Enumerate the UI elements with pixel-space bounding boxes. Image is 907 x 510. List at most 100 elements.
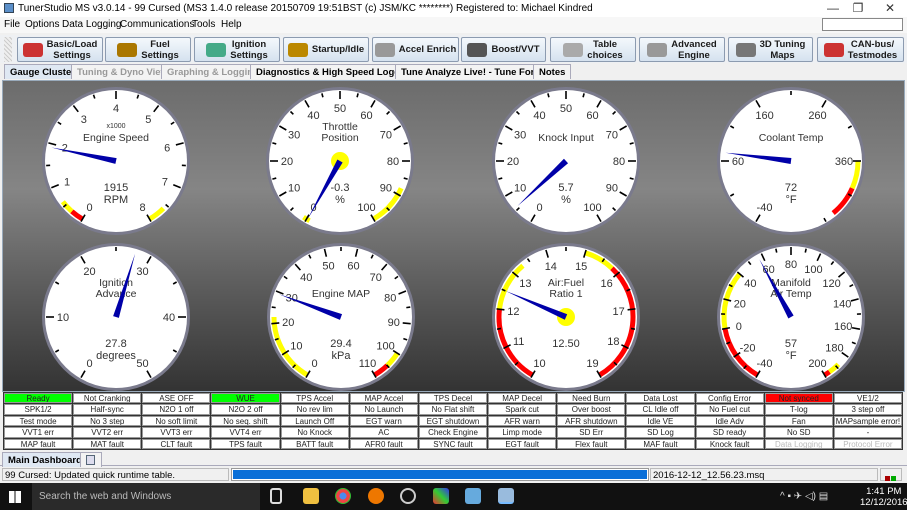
indicator-fan: Fan (764, 415, 833, 427)
menu-bar: File Options Data Logging Communications… (0, 17, 907, 33)
gauge-tick-label: 120 (822, 278, 840, 290)
menu-file[interactable]: File (4, 19, 20, 30)
gauge-ignition-advance: 01020 304050IgnitionAdvance27.8degrees (42, 243, 190, 391)
indicator-vvt1-err: VVT1 err (4, 427, 73, 438)
tunerstudio-active-icon[interactable] (498, 488, 514, 504)
indicator-sd-err: SD Err (557, 427, 626, 438)
toolbar-button-3d-tuning[interactable]: 3D Tuning Maps (728, 37, 813, 62)
toolbar-button-boost-vvt[interactable]: Boost/VVT (461, 37, 546, 62)
gauge-coolant-temp: -40 60 160 260 360 Coolant Temp 72°F (717, 87, 865, 235)
gauge-cluster: 012345678x1000Engine Speed1915RPM0102030… (2, 80, 905, 392)
tunerstudio-icon[interactable] (465, 488, 481, 504)
gauge-tick (356, 93, 359, 98)
gauge-tick (406, 306, 411, 309)
gauge-tick-label: 50 (136, 358, 148, 370)
gauge-tick-label: 4 (113, 103, 119, 115)
status-bar: 99 Cursed: Updated quick runtime table. … (0, 467, 907, 482)
menu-communications[interactable]: Communications (120, 19, 194, 30)
gauge-tick-label: 10 (288, 183, 300, 195)
toolbar-button-table[interactable]: Table choices (550, 37, 636, 62)
toolbar-button-accel-enrich[interactable]: Accel Enrich (372, 37, 459, 62)
spark-plug-icon (206, 42, 227, 57)
menu-tools[interactable]: Tools (192, 19, 215, 30)
toolbar-button-label: Fuel Settings (141, 38, 179, 61)
menu-help[interactable]: Help (221, 19, 242, 30)
media-app-icon[interactable] (368, 488, 384, 504)
gauge-tick (272, 142, 277, 145)
document-icon (86, 455, 95, 465)
clock[interactable]: 1:41 PM 12/12/2016 (860, 486, 907, 508)
windows-start-icon[interactable] (9, 491, 21, 503)
gauge-tick-label: 60 (360, 110, 372, 122)
gauge-tick-label: 0 (736, 321, 742, 333)
gauge-tick-label: 11 (513, 336, 524, 348)
file-explorer-icon[interactable] (303, 488, 319, 504)
gauge-tick-label: 30 (514, 130, 526, 142)
indicator-tps-accel: TPS Accel (280, 393, 349, 404)
tuning-icon (735, 42, 756, 57)
tab-main-dashboard[interactable]: Main Dashboard (2, 452, 88, 467)
indicator-not-cranking: Not Cranking (73, 393, 142, 404)
gauge-tick-label: 5 (145, 114, 151, 126)
indicator-no-sd: No SD (764, 427, 833, 438)
injector-icon (117, 42, 138, 57)
gauge-title: Coolant Temp (759, 132, 824, 144)
indicator-sd-log: SD Log (626, 427, 695, 438)
gauge-tick-label: 19 (586, 358, 598, 370)
gauge-tick-label: 80 (384, 292, 396, 304)
gauge-tick-label: 8 (139, 202, 145, 214)
tab-gauge-cluster[interactable]: Gauge Cluster (4, 64, 81, 79)
dashboard-tabs: Main Dashboard (0, 451, 907, 467)
indicator-vvt3-err: VVT3 err (142, 427, 211, 438)
gauges-svg: 012345678x1000Engine Speed1915RPM0102030… (42, 87, 865, 391)
gauge-tick-label: 6 (164, 142, 170, 154)
gauge-tick-label: 1 (64, 176, 70, 188)
gauge-title: Position (321, 132, 359, 144)
taskbar-search[interactable]: Search the web and Windows (32, 483, 260, 510)
gauge-tick-label: 20 (734, 298, 746, 310)
new-dashboard-tab[interactable] (80, 452, 102, 467)
gauge-tick-label: 90 (380, 183, 392, 195)
toolbar-button-fuel[interactable]: Fuel Settings (105, 37, 191, 62)
system-tray-icons[interactable]: ^ ▪ ✈ ◁) ▤ (780, 491, 828, 502)
gauge-units: RPM (104, 194, 128, 206)
tab-notes[interactable]: Notes (533, 64, 572, 79)
minimize-button[interactable]: — (823, 1, 843, 15)
menu-data-logging[interactable]: Data Logging (62, 19, 122, 30)
gauge-app-icon[interactable] (400, 488, 416, 504)
gauge-value: 72 (785, 182, 797, 194)
gauge-tick-label: 360 (835, 156, 853, 168)
indicator-need-burn: Need Burn (557, 393, 626, 404)
toolbar-button-advanced[interactable]: Advanced Engine (639, 37, 725, 62)
gauge-tick (403, 142, 408, 145)
toolbar-button-ignition[interactable]: Ignition Settings (194, 37, 280, 62)
progress-bar (231, 468, 649, 481)
indicator-idle-adv: Idle Adv (695, 415, 764, 427)
toolbar-button-basic-load[interactable]: Basic/Load Settings (17, 37, 103, 62)
toolbar-button-can-bus[interactable]: CAN-bus/Testmodes (817, 37, 904, 62)
task-view-icon[interactable] (270, 488, 282, 504)
wrench-icon (563, 42, 584, 57)
indicator-batt-fault: BATT fault (280, 438, 349, 449)
toolbar-grip[interactable] (4, 37, 12, 62)
gauge-tick-label: 20 (83, 266, 95, 278)
close-button[interactable]: ✕ (880, 1, 900, 15)
indicator-map-accel: MAP Accel (349, 393, 418, 404)
status-message: 99 Cursed: Updated quick runtime table. (2, 468, 229, 481)
gauge-tick-label: 100 (583, 202, 601, 214)
gauge-tick-label: -40 (757, 358, 773, 370)
gauge-value: 5.7 (558, 182, 573, 194)
indicator-no-rev-lim: No rev lim (280, 404, 349, 415)
gauge-tick-label: 110 (359, 358, 377, 370)
gauge-tick-label: 40 (307, 110, 319, 122)
indicator-protocol-error: Protocol Error (833, 438, 902, 449)
toolbar-button-startup-idle[interactable]: Startup/Idle (283, 37, 369, 62)
chart-app-icon[interactable] (433, 488, 449, 504)
menu-options[interactable]: Options (25, 19, 59, 30)
gauge-tick-label: 10 (533, 358, 545, 370)
search-input[interactable] (822, 18, 903, 31)
indicator-vvt4-err: VVT4 err (211, 427, 280, 438)
restore-button[interactable]: ❐ (848, 1, 868, 15)
chrome-icon[interactable] (335, 488, 351, 504)
gauge-tick-label: 18 (607, 336, 619, 348)
